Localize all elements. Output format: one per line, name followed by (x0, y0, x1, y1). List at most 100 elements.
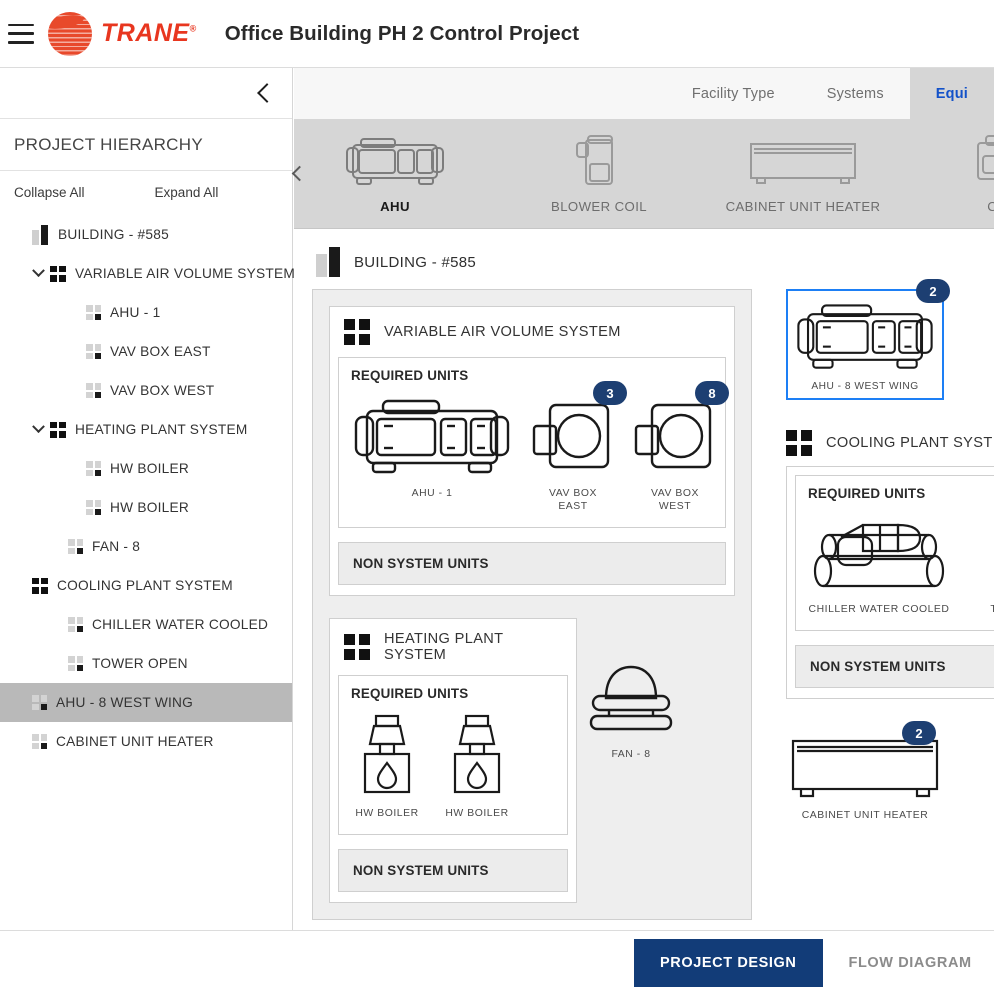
unit-vav-box-west[interactable]: 8 (633, 395, 717, 513)
tree-item[interactable]: HEATING PLANT SYSTEM (0, 410, 292, 449)
hamburger-menu-icon[interactable] (8, 24, 34, 44)
carousel-item-label: AHU (380, 199, 410, 214)
vav-system-header: VARIABLE AIR VOLUME SYSTEM (330, 307, 734, 357)
right-pane: Facility Type Systems Equi (294, 68, 994, 930)
heating-required-units-title: REQUIRED UNITS (351, 686, 555, 701)
vav-units-row: AHU - 1 3 (351, 389, 713, 513)
heating-non-system-units[interactable]: NON SYSTEM UNITS (338, 849, 568, 892)
tree-item-label: HW BOILER (110, 500, 189, 515)
system-icon (786, 430, 812, 456)
tree-item-label: HW BOILER (110, 461, 189, 476)
vav-required-units-title: REQUIRED UNITS (351, 368, 713, 383)
flow-diagram-button[interactable]: FLOW DIAGRAM (823, 939, 994, 987)
unit-ahu-1[interactable]: AHU - 1 (351, 395, 513, 500)
ahu-icon (794, 299, 936, 375)
cabinet-unit-heater-icon (747, 133, 859, 191)
heating-required-units-box: REQUIRED UNITS (338, 675, 568, 835)
tree-item-label: AHU - 1 (110, 305, 160, 320)
canvas-building-header: BUILDING - #585 (294, 229, 994, 289)
system-icon (32, 578, 48, 594)
tree-item[interactable]: VAV BOX EAST (0, 332, 292, 371)
brand-wordmark-text: TRANE (101, 19, 190, 47)
tree-item[interactable]: HW BOILER (0, 449, 292, 488)
equipment-icon (68, 617, 83, 632)
vav-system-title: VARIABLE AIR VOLUME SYSTEM (384, 324, 621, 340)
chevron-down-icon[interactable] (26, 425, 50, 434)
tree-item[interactable]: AHU - 8 WEST WING (0, 683, 292, 722)
sidebar-collapse-button[interactable] (0, 68, 292, 119)
vav-non-system-units[interactable]: NON SYSTEM UNITS (338, 542, 726, 585)
unit-label: HW BOILER (445, 807, 508, 820)
cooling-system-header: COOLING PLANT SYST (786, 430, 982, 456)
tree-item-label: TOWER OPEN (92, 656, 188, 671)
heating-system-header: HEATING PLANT SYSTEM (330, 619, 576, 675)
equipment-icon (86, 305, 101, 320)
sidebar: PROJECT HIERARCHY Collapse All Expand Al… (0, 68, 293, 930)
tree-item[interactable]: COOLING PLANT SYSTEM (0, 566, 292, 605)
unit-fan-8[interactable]: FAN - 8 (585, 660, 677, 761)
unit-vav-box-east[interactable]: 3 (531, 395, 615, 513)
building-icon (32, 225, 49, 245)
unit-hw-boiler-1[interactable]: HW BOILER (351, 713, 423, 820)
equipment-icon (32, 734, 47, 749)
tree-item-label: AHU - 8 WEST WING (56, 695, 193, 710)
carousel-item-ahu[interactable]: AHU (321, 133, 469, 214)
tree-item[interactable]: CABINET UNIT HEATER (0, 722, 292, 761)
equipment-carousel: AHU BLOWER COIL (294, 119, 994, 229)
tree-item[interactable]: VARIABLE AIR VOLUME SYSTEM (0, 254, 292, 293)
heating-units-row: HW BOILER (351, 707, 555, 820)
unit-cabinet-unit-heater[interactable]: 2 (786, 735, 944, 822)
tab-bar: Facility Type Systems Equi (294, 68, 994, 119)
canvas-columns: VARIABLE AIR VOLUME SYSTEM REQUIRED UNIT… (294, 289, 994, 920)
tree-item[interactable]: VAV BOX WEST (0, 371, 292, 410)
cooling-required-units-title: REQUIRED UNITS (808, 486, 994, 501)
carousel-prev-button[interactable] (294, 168, 305, 179)
fan-icon (585, 660, 677, 740)
ahu-icon (351, 395, 513, 479)
equipment-icon (86, 500, 101, 515)
unit-label: HW BOILER (355, 807, 418, 820)
tab-facility-type[interactable]: Facility Type (666, 68, 801, 119)
unit-hw-boiler-2[interactable]: HW BOILER (441, 713, 513, 820)
chiller-icon (972, 133, 994, 191)
chevron-down-icon[interactable] (26, 269, 50, 278)
unit-label: CABINET UNIT HEATER (802, 809, 929, 822)
collapse-all-button[interactable]: Collapse All (14, 185, 85, 200)
tree-item[interactable]: AHU - 1 (0, 293, 292, 332)
expand-all-button[interactable]: Expand All (155, 185, 219, 200)
tree-item[interactable]: TOWER OPEN (0, 644, 292, 683)
heating-system-card[interactable]: HEATING PLANT SYSTEM REQUIRED UNITS (329, 618, 577, 903)
system-icon (50, 266, 66, 282)
tree-item-label: VAV BOX WEST (110, 383, 214, 398)
tree-item[interactable]: HW BOILER (0, 488, 292, 527)
carousel-items: AHU BLOWER COIL (305, 133, 994, 214)
tab-systems[interactable]: Systems (801, 68, 910, 119)
tree-item-label: COOLING PLANT SYSTEM (57, 578, 233, 593)
system-icon (344, 634, 370, 660)
carousel-item-chiller[interactable]: CHILL (933, 133, 994, 214)
unit-badge: 8 (695, 381, 729, 405)
tree-item[interactable]: BUILDING - #585 (0, 215, 292, 254)
carousel-item-blower-coil[interactable]: BLOWER COIL (525, 133, 673, 214)
boiler-icon (351, 713, 423, 799)
equipment-icon (86, 461, 101, 476)
selected-unit-card-ahu-8-west-wing[interactable]: 2 (786, 289, 944, 400)
cooling-non-system-units[interactable]: NON SYSTEM UNITS (795, 645, 994, 688)
vav-box-icon (633, 395, 717, 479)
equipment-icon (86, 344, 101, 359)
selected-unit-label: AHU - 8 WEST WING (794, 381, 936, 392)
tab-equipment[interactable]: Equi (910, 68, 994, 119)
tree-item[interactable]: FAN - 8 (0, 527, 292, 566)
tree-item[interactable]: CHILLER WATER COOLED (0, 605, 292, 644)
brand-wordmark: TRANE® (101, 19, 197, 48)
unit-chiller-water-cooled[interactable]: CHILLER WATER COOLED (808, 513, 950, 616)
carousel-item-cabinet-unit-heater[interactable]: CABINET UNIT HEATER (729, 133, 877, 214)
carousel-item-label: CABINET UNIT HEATER (726, 199, 881, 214)
unit-tower-open[interactable]: TO (968, 513, 994, 616)
cooling-system-card[interactable]: REQUIRED UNITS (786, 466, 994, 699)
project-design-button[interactable]: PROJECT DESIGN (634, 939, 823, 987)
systems-column: VARIABLE AIR VOLUME SYSTEM REQUIRED UNIT… (312, 289, 752, 920)
vav-system-card[interactable]: VARIABLE AIR VOLUME SYSTEM REQUIRED UNIT… (329, 306, 735, 596)
cooling-system-title: COOLING PLANT SYST (826, 435, 993, 451)
unit-label: CHILLER WATER COOLED (809, 603, 950, 616)
